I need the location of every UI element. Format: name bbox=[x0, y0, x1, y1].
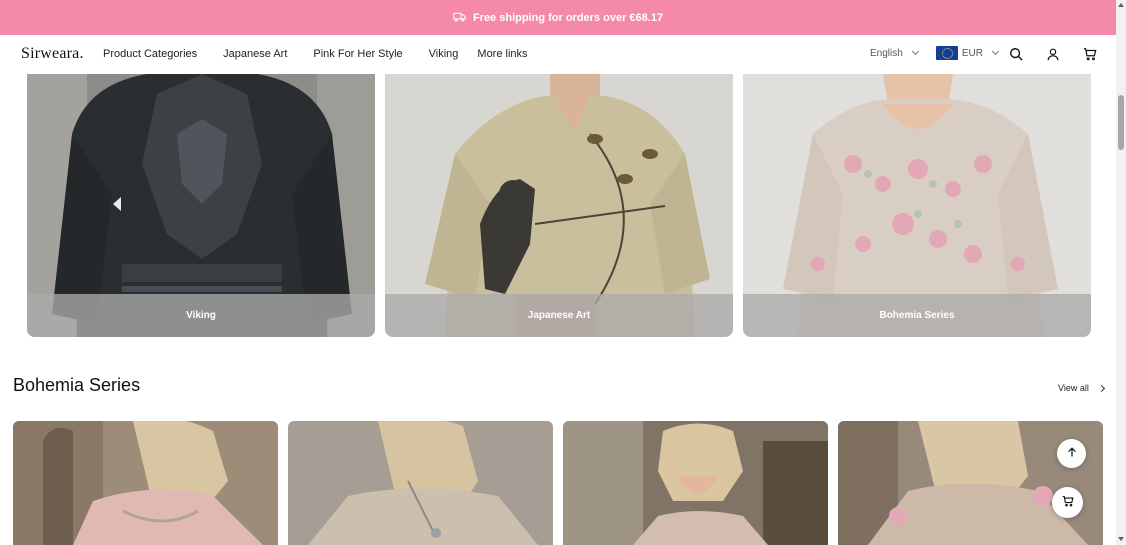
back-to-top-button[interactable] bbox=[1057, 439, 1086, 468]
account-icon[interactable] bbox=[1046, 47, 1060, 61]
search-icon[interactable] bbox=[1009, 47, 1023, 61]
page: Free shipping for orders over €68.17 Sir… bbox=[0, 0, 1126, 545]
product-card[interactable] bbox=[13, 421, 278, 545]
product-card[interactable] bbox=[563, 421, 828, 545]
collection-label: Bohemia Series bbox=[743, 294, 1091, 337]
collection-card-japanese-art[interactable]: Japanese Art bbox=[385, 74, 733, 337]
view-all-link[interactable]: View all bbox=[1058, 383, 1105, 393]
product-image bbox=[563, 421, 828, 545]
nav-item-more-links[interactable]: More links bbox=[477, 48, 527, 60]
language-selector[interactable]: English bbox=[870, 47, 919, 59]
truck-icon bbox=[453, 10, 466, 26]
chevron-down-icon bbox=[911, 47, 919, 56]
arrow-up-icon bbox=[1066, 445, 1078, 463]
view-all-label: View all bbox=[1058, 383, 1089, 393]
chevron-right-icon bbox=[1097, 384, 1105, 392]
nav-item-product-categories[interactable]: Product Categories bbox=[103, 48, 197, 60]
currency-selector[interactable]: EUR bbox=[935, 46, 999, 60]
page-scrollbar[interactable] bbox=[1116, 0, 1126, 545]
product-image bbox=[838, 421, 1103, 545]
language-label: English bbox=[870, 47, 903, 59]
header-utilities: English EUR bbox=[870, 46, 999, 60]
scroll-up-arrow-icon[interactable] bbox=[1118, 3, 1124, 7]
collection-label: Japanese Art bbox=[385, 294, 733, 337]
section-title: Bohemia Series bbox=[13, 375, 141, 395]
main-nav: Product Categories Japanese Art Pink For… bbox=[103, 48, 554, 60]
floating-cart-button[interactable] bbox=[1052, 487, 1083, 518]
product-image bbox=[288, 421, 553, 545]
cart-icon bbox=[1062, 494, 1074, 512]
collection-card-viking[interactable]: Viking bbox=[27, 74, 375, 337]
chevron-down-icon bbox=[991, 47, 999, 56]
product-card[interactable] bbox=[838, 421, 1103, 545]
nav-item-viking[interactable]: Viking bbox=[429, 48, 459, 60]
product-card[interactable] bbox=[288, 421, 553, 545]
product-image bbox=[13, 421, 278, 545]
announcement-bar: Free shipping for orders over €68.17 bbox=[0, 0, 1116, 35]
announcement-text: Free shipping for orders over €68.17 bbox=[472, 11, 664, 24]
collection-card-bohemia-series[interactable]: Bohemia Series bbox=[743, 74, 1091, 337]
site-header: Sirweara. Product Categories Japanese Ar… bbox=[0, 35, 1116, 74]
eu-flag-icon bbox=[935, 46, 958, 60]
carousel-prev-icon[interactable] bbox=[113, 197, 121, 211]
cart-icon[interactable] bbox=[1083, 47, 1097, 61]
nav-item-japanese-art[interactable]: Japanese Art bbox=[223, 48, 287, 60]
scrollbar-thumb[interactable] bbox=[1118, 95, 1124, 150]
collection-label: Viking bbox=[27, 294, 375, 337]
scroll-down-arrow-icon[interactable] bbox=[1118, 537, 1124, 541]
logo[interactable]: Sirweara. bbox=[21, 45, 84, 63]
currency-label: EUR bbox=[961, 47, 983, 59]
nav-item-pink-for-her-style[interactable]: Pink For Her Style bbox=[313, 48, 402, 60]
